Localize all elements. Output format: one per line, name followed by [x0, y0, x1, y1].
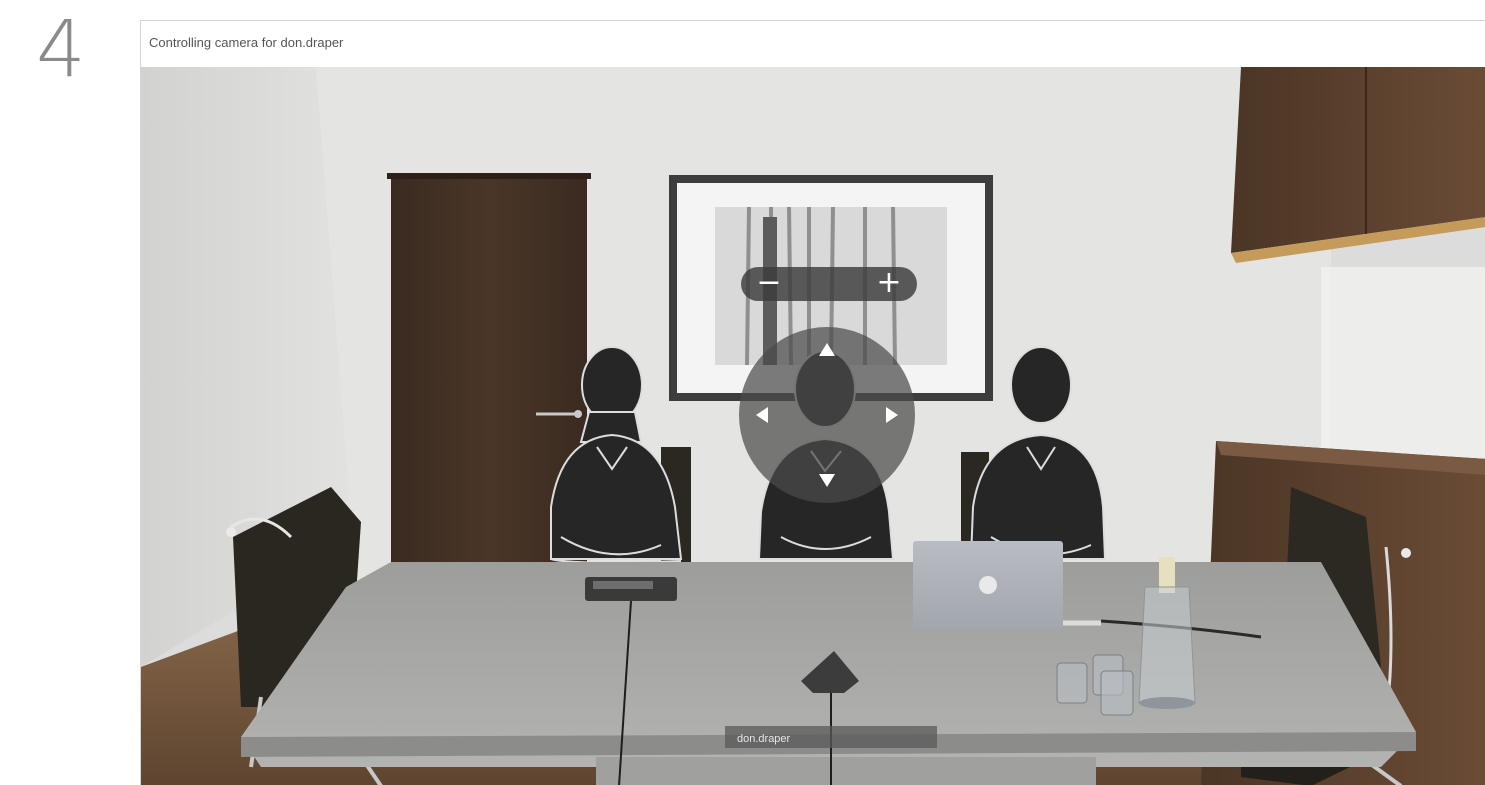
video-window: Controlling camera for don.draper − + do…: [140, 20, 1485, 785]
triangle-up-icon: [819, 343, 835, 356]
triangle-down-icon: [819, 474, 835, 487]
participant-name-label: don.draper: [725, 726, 937, 748]
zoom-control: − +: [741, 267, 917, 301]
triangle-left-icon: [756, 407, 768, 423]
pan-up-button[interactable]: [816, 339, 838, 361]
step-number: 4: [36, 5, 86, 95]
pan-left-button[interactable]: [751, 404, 773, 426]
window-title: Controlling camera for don.draper: [149, 35, 344, 50]
camera-pan-pad: [739, 327, 915, 503]
zoom-in-button[interactable]: +: [869, 267, 909, 301]
triangle-right-icon: [886, 407, 898, 423]
pan-right-button[interactable]: [881, 404, 903, 426]
pan-down-button[interactable]: [816, 469, 838, 491]
title-bar: Controlling camera for don.draper: [141, 21, 1485, 67]
zoom-out-button[interactable]: −: [749, 267, 789, 301]
